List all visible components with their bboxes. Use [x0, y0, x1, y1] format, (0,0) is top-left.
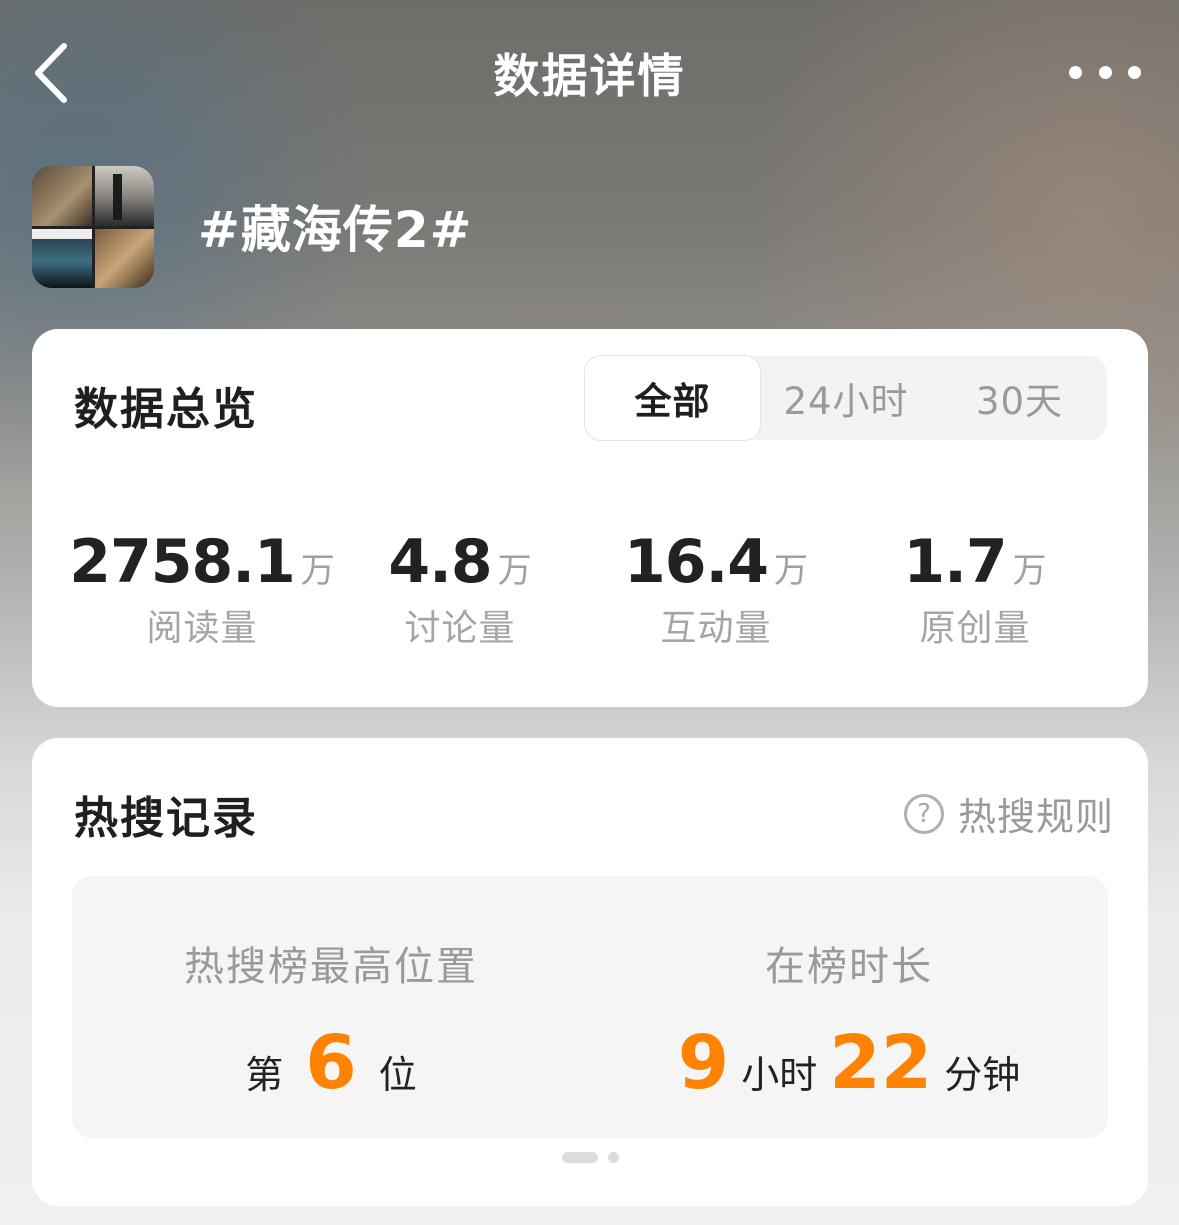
peak-prefix: 第	[245, 1053, 284, 1097]
cover-tile	[32, 166, 92, 226]
peak-value: 6	[305, 1020, 357, 1106]
stat-label: 原创量	[919, 608, 1031, 649]
cover-tile	[32, 228, 92, 288]
stat-interactions: 16.4 万 互动量	[586, 527, 846, 651]
duration-minutes: 22	[829, 1020, 933, 1106]
hot-search-title: 热搜记录	[74, 793, 258, 844]
cover-tile	[94, 166, 154, 226]
stat-unit: 万	[497, 551, 532, 591]
stat-discussions: 4.8 万 讨论量	[330, 527, 590, 651]
stat-unit: 万	[774, 551, 809, 591]
stat-value: 4.8	[388, 527, 492, 597]
stat-originals: 1.7 万 原创量	[845, 527, 1105, 651]
nav-bar: 数据详情	[0, 0, 1179, 150]
more-button[interactable]	[1069, 62, 1141, 82]
page-indicator-active	[562, 1152, 598, 1163]
stat-value: 16.4	[623, 527, 769, 597]
more-dot	[1098, 65, 1112, 79]
page-indicator	[562, 1152, 619, 1163]
overview-card: 数据总览 全部 24小时 30天 2758.1 万 阅读量 4.8 万 讨论量 …	[32, 329, 1148, 707]
duration-label: 在榜时长	[765, 944, 933, 990]
overview-title: 数据总览	[74, 384, 258, 435]
peak-suffix: 位	[378, 1053, 417, 1097]
tab-30d[interactable]: 30天	[932, 356, 1107, 440]
page-title: 数据详情	[493, 49, 686, 103]
rules-label: 热搜规则	[957, 795, 1114, 839]
stat-label: 互动量	[660, 608, 772, 649]
more-dot	[1128, 65, 1141, 79]
stat-reads: 2758.1 万 阅读量	[69, 527, 335, 651]
hot-search-card: 热搜记录 ? 热搜规则 热搜榜最高位置 第 6 位 在榜时长 9 小时 22 分…	[32, 738, 1148, 1206]
stat-unit: 万	[1012, 551, 1047, 591]
more-horizontal-icon	[1069, 65, 1082, 79]
stat-value: 2758.1	[69, 527, 296, 597]
hot-search-summary[interactable]: 热搜榜最高位置 第 6 位 在榜时长 9 小时 22 分钟	[72, 876, 1108, 1138]
stat-value: 1.7	[903, 527, 1007, 597]
duration-on-list: 在榜时长 9 小时 22 分钟	[590, 934, 1108, 1106]
duration-hours-unit: 小时	[741, 1053, 818, 1097]
topic-title: #藏海传2#	[198, 201, 473, 259]
peak-position-label: 热搜榜最高位置	[184, 944, 478, 990]
topic-cover-image[interactable]	[32, 166, 154, 288]
tab-24h[interactable]: 24小时	[760, 356, 932, 440]
tab-all[interactable]: 全部	[585, 356, 760, 440]
hot-search-rules-link[interactable]: ? 热搜规则	[903, 786, 1114, 841]
stat-label: 讨论量	[404, 608, 516, 649]
time-range-tabs: 全部 24小时 30天	[585, 356, 1107, 440]
page-indicator-dot	[608, 1152, 619, 1163]
peak-position: 热搜榜最高位置 第 6 位	[72, 934, 590, 1106]
duration-minutes-unit: 分钟	[944, 1053, 1021, 1097]
duration-hours: 9	[677, 1020, 730, 1106]
question-circle-icon: ?	[903, 793, 944, 834]
stat-label: 阅读量	[146, 608, 258, 649]
cover-tile	[94, 228, 154, 288]
